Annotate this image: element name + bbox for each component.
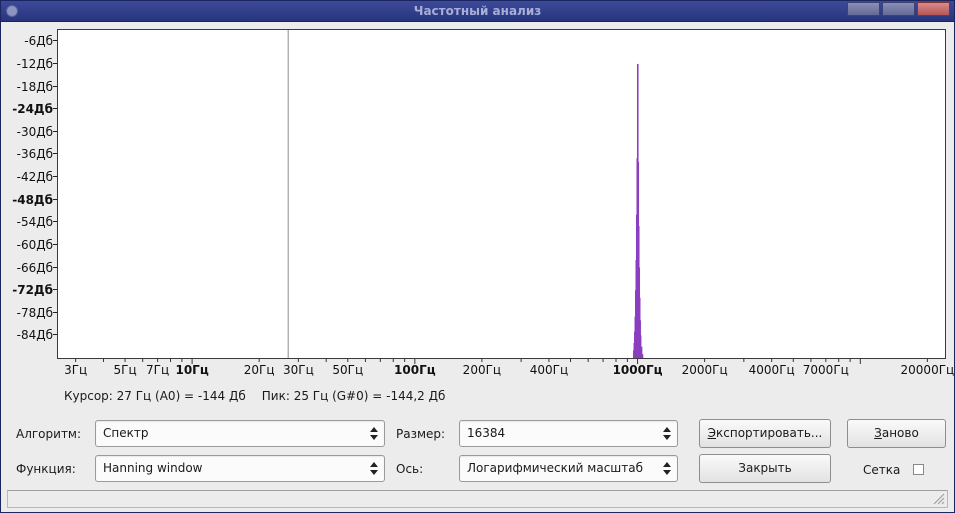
function-label: Функция:: [16, 462, 76, 476]
size-select[interactable]: 16384: [459, 420, 678, 447]
function-value: Hanning window: [103, 461, 203, 475]
function-select[interactable]: Hanning window: [95, 455, 385, 482]
select-arrows-icon: [663, 425, 671, 442]
algorithm-label: Алгоритм:: [16, 427, 82, 441]
grid-checkbox[interactable]: [913, 464, 924, 475]
window-title: Частотный анализ: [413, 4, 542, 18]
y-tick-label: -84Дб: [16, 328, 53, 343]
axis-select[interactable]: Логарифмический масштаб: [459, 455, 678, 482]
status-bar: [7, 490, 948, 508]
grid-label: Сетка: [863, 463, 901, 477]
y-axis: -6Дб -12Дб -18Дб -24Дб -30Дб -36Дб -42Дб -48Дб -…: [1, 29, 57, 359]
y-tick-label: -24Дб: [12, 102, 53, 117]
y-tick-label: -12Дб: [16, 56, 53, 71]
y-tick-label: -36Дб: [16, 147, 53, 162]
x-tick-label: 20000Гц: [900, 363, 955, 377]
export-label: кспортировать...: [716, 426, 823, 440]
close-window-button[interactable]: [917, 2, 950, 16]
x-tick-label: 50Гц: [332, 363, 364, 377]
export-button[interactable]: Экспортировать...: [699, 419, 831, 448]
resize-grip-icon[interactable]: [931, 491, 945, 505]
spectrum-svg: [287, 30, 644, 358]
replot-label: аново: [881, 426, 919, 440]
select-arrows-icon: [370, 460, 378, 477]
select-arrows-icon: [370, 425, 378, 442]
y-tick-label: -60Дб: [16, 237, 53, 252]
y-tick-label: -6Дб: [24, 34, 53, 49]
spectrum-plot[interactable]: [57, 29, 946, 359]
minimize-button[interactable]: [847, 2, 880, 16]
y-tick-label: -42Дб: [16, 170, 53, 185]
algorithm-value: Спектр: [103, 426, 149, 440]
x-tick-label: 4000Гц: [748, 363, 795, 377]
y-tick-label: -48Дб: [12, 192, 53, 207]
x-tick-label: 5Гц: [113, 363, 137, 377]
y-tick-label: -30Дб: [16, 124, 53, 139]
x-tick-label: 200Гц: [462, 363, 502, 377]
replot-button[interactable]: Заново: [847, 419, 946, 448]
axis-value: Логарифмический масштаб: [467, 461, 644, 475]
x-tick-label: 7000Гц: [802, 363, 849, 377]
x-tick-label: 20Гц: [243, 363, 275, 377]
replot-hotkey: З: [874, 426, 882, 440]
y-tick-label: -72Дб: [12, 283, 53, 298]
x-axis: 3Гц 5Гц 7Гц 10Гц 20Гц 30Гц 50Гц 100Гц 200Гц 400Гц…: [57, 359, 954, 381]
spectrum-bar: [641, 354, 644, 358]
info-line: Курсор: 27 Гц (A0) = -144 Дб Пик: 25 Гц (…: [64, 389, 461, 403]
frequency-analysis-window: Частотный анализ -6Дб -12Дб -18Дб -24Дб -30Д…: [0, 0, 955, 513]
maximize-button[interactable]: [882, 2, 915, 16]
y-tick-label: -54Дб: [16, 215, 53, 230]
cursor-readout: Курсор: 27 Гц (A0) = -144 Дб: [64, 389, 246, 403]
size-value: 16384: [467, 426, 506, 440]
x-tick-label: 30Гц: [282, 363, 314, 377]
x-tick-label: 400Гц: [529, 363, 569, 377]
close-button[interactable]: Закрыть: [699, 454, 831, 483]
peak-readout: Пик: 25 Гц (G#0) = -144,2 Дб: [261, 389, 446, 403]
y-tick-label: -18Дб: [16, 79, 53, 94]
x-tick-label: 10Гц: [175, 363, 209, 377]
x-tick-label: 3Гц: [64, 363, 88, 377]
y-tick-label: -78Дб: [16, 305, 53, 320]
export-hotkey: Э: [707, 426, 717, 440]
title-bar[interactable]: Частотный анализ: [1, 1, 954, 22]
x-tick-label: 2000Гц: [681, 363, 728, 377]
algorithm-select[interactable]: Спектр: [95, 420, 385, 447]
y-tick-label: -66Дб: [16, 260, 53, 275]
x-tick-label: 7Гц: [146, 363, 170, 377]
x-tick-label: 1000Гц: [612, 363, 663, 377]
size-label: Размер:: [396, 427, 446, 441]
x-tick-label: 100Гц: [394, 363, 436, 377]
select-arrows-icon: [663, 460, 671, 477]
axis-label: Ось:: [396, 462, 424, 476]
